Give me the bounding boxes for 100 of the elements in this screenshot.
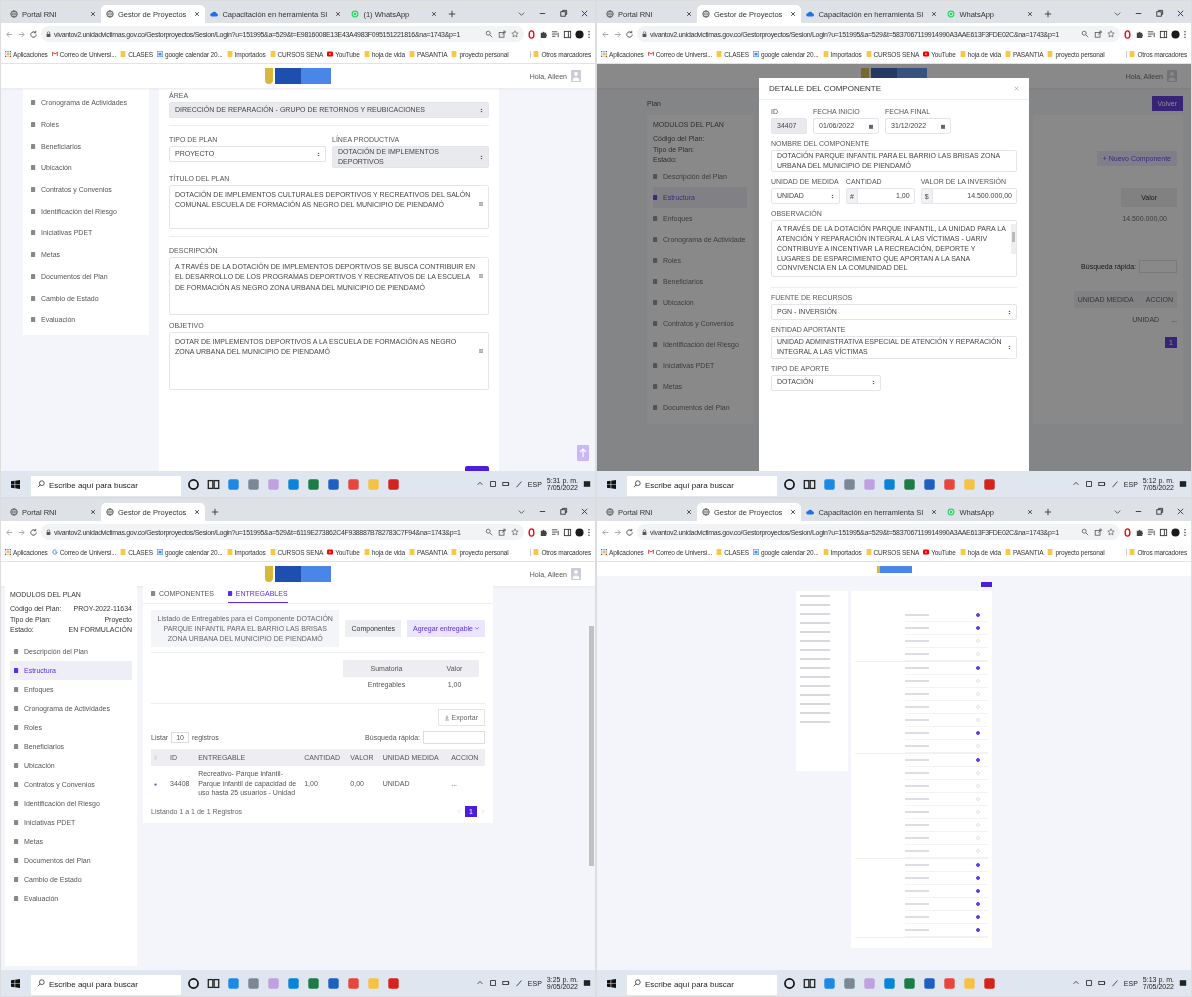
- battery-icon[interactable]: [1097, 480, 1106, 488]
- app-icon[interactable]: [923, 477, 936, 491]
- close-icon[interactable]: [194, 509, 201, 515]
- new-tab-icon[interactable]: [1044, 508, 1053, 516]
- puzzle-icon[interactable]: [1135, 29, 1144, 39]
- share-icon[interactable]: [1094, 30, 1102, 38]
- forward-arrow-icon[interactable]: [17, 527, 26, 537]
- restore-icon[interactable]: [1155, 9, 1164, 18]
- search-field[interactable]: [423, 731, 485, 745]
- app-icon[interactable]: [347, 477, 360, 491]
- pen-icon[interactable]: [514, 480, 523, 488]
- network-icon[interactable]: [488, 979, 497, 987]
- app-icon[interactable]: [227, 477, 240, 491]
- app-icon[interactable]: [883, 477, 896, 491]
- network-icon[interactable]: [488, 480, 497, 488]
- zoom-icon[interactable]: [1081, 528, 1089, 536]
- search-field[interactable]: Escribe aquí para buscar: [627, 475, 777, 496]
- windows-start-icon[interactable]: [607, 978, 616, 988]
- app-icon[interactable]: [983, 477, 996, 491]
- avatar-icon[interactable]: [1171, 29, 1180, 39]
- app-icon[interactable]: [823, 477, 836, 491]
- calendar-icon[interactable]: [941, 123, 945, 129]
- ring-logo-icon[interactable]: [527, 29, 536, 39]
- close-icon[interactable]: [1176, 9, 1185, 18]
- share-icon[interactable]: [498, 30, 506, 38]
- back-arrow-icon[interactable]: [601, 527, 610, 537]
- toggle-dot[interactable]: [976, 876, 980, 880]
- app-icon[interactable]: [287, 976, 300, 990]
- puzzle-icon[interactable]: [539, 29, 548, 39]
- chevron-up-icon[interactable]: [1071, 480, 1080, 488]
- app-icon[interactable]: [387, 976, 400, 990]
- app-icon[interactable]: [903, 976, 916, 990]
- more-menu-icon[interactable]: [1183, 527, 1187, 537]
- chevron-down-icon[interactable]: [1113, 9, 1122, 18]
- zoom-icon[interactable]: [485, 528, 493, 536]
- toggle-dot[interactable]: [976, 758, 980, 762]
- playlist-icon[interactable]: [1147, 527, 1156, 537]
- close-icon[interactable]: [931, 11, 938, 17]
- pen-icon[interactable]: [1110, 480, 1119, 488]
- app-icon[interactable]: [227, 976, 240, 990]
- search-field[interactable]: Escribe aquí para buscar: [31, 974, 181, 995]
- expand-dot-icon[interactable]: [154, 783, 157, 787]
- playlist-icon[interactable]: [551, 527, 560, 537]
- close-icon[interactable]: [790, 509, 797, 515]
- close-icon[interactable]: [90, 509, 96, 515]
- reload-icon[interactable]: [625, 527, 634, 537]
- close-icon[interactable]: [686, 11, 692, 17]
- restore-icon[interactable]: [559, 9, 568, 18]
- avatar-icon[interactable]: [575, 527, 584, 537]
- star-icon[interactable]: [511, 30, 519, 38]
- windows-start-icon[interactable]: [607, 479, 616, 489]
- app-icon[interactable]: [923, 976, 936, 990]
- close-icon[interactable]: [790, 11, 797, 17]
- toggle-dot[interactable]: [976, 731, 980, 735]
- avatar-icon[interactable]: [575, 29, 584, 39]
- more-menu-icon[interactable]: [587, 29, 591, 39]
- task-view-icon[interactable]: [803, 976, 816, 990]
- playlist-icon[interactable]: [1147, 29, 1156, 39]
- reload-icon[interactable]: [29, 527, 38, 537]
- more-menu-icon[interactable]: [587, 527, 591, 537]
- more-menu-icon[interactable]: [1183, 29, 1187, 39]
- notification-icon[interactable]: [583, 979, 591, 987]
- search-field[interactable]: Escribe aquí para buscar: [627, 974, 777, 995]
- app-icon[interactable]: [883, 976, 896, 990]
- side-panel-icon[interactable]: [1159, 29, 1168, 39]
- app-icon[interactable]: [983, 976, 996, 990]
- reload-icon[interactable]: [29, 29, 38, 39]
- pen-icon[interactable]: [514, 979, 523, 987]
- circle-icon[interactable]: [783, 976, 796, 990]
- chevron-down-icon[interactable]: [517, 9, 526, 18]
- app-icon[interactable]: [903, 477, 916, 491]
- app-icon[interactable]: [387, 477, 400, 491]
- toggle-dot[interactable]: [976, 915, 980, 919]
- close-icon[interactable]: [431, 11, 438, 17]
- close-icon[interactable]: [1176, 507, 1185, 516]
- chevron-up-icon[interactable]: [475, 480, 484, 488]
- battery-icon[interactable]: [1097, 979, 1106, 987]
- ring-logo-icon[interactable]: [1123, 29, 1132, 39]
- app-icon[interactable]: [943, 976, 956, 990]
- calendar-icon[interactable]: [869, 123, 873, 129]
- chevron-down-icon[interactable]: [517, 507, 526, 516]
- puzzle-icon[interactable]: [1135, 527, 1144, 537]
- forward-arrow-icon[interactable]: [17, 29, 26, 39]
- close-icon[interactable]: [931, 509, 938, 515]
- back-arrow-icon[interactable]: [5, 29, 14, 39]
- network-icon[interactable]: [1084, 480, 1093, 488]
- side-panel-icon[interactable]: [563, 527, 572, 537]
- back-arrow-icon[interactable]: [5, 527, 14, 537]
- app-icon[interactable]: [347, 976, 360, 990]
- restore-icon[interactable]: [559, 507, 568, 516]
- side-panel-icon[interactable]: [1159, 527, 1168, 537]
- app-icon[interactable]: [843, 477, 856, 491]
- toggle-dot[interactable]: [976, 889, 980, 893]
- circle-icon[interactable]: [187, 477, 200, 491]
- star-icon[interactable]: [511, 528, 519, 536]
- playlist-icon[interactable]: [551, 29, 560, 39]
- app-icon[interactable]: [307, 477, 320, 491]
- network-icon[interactable]: [1084, 979, 1093, 987]
- notification-icon[interactable]: [1179, 979, 1187, 987]
- app-icon[interactable]: [247, 976, 260, 990]
